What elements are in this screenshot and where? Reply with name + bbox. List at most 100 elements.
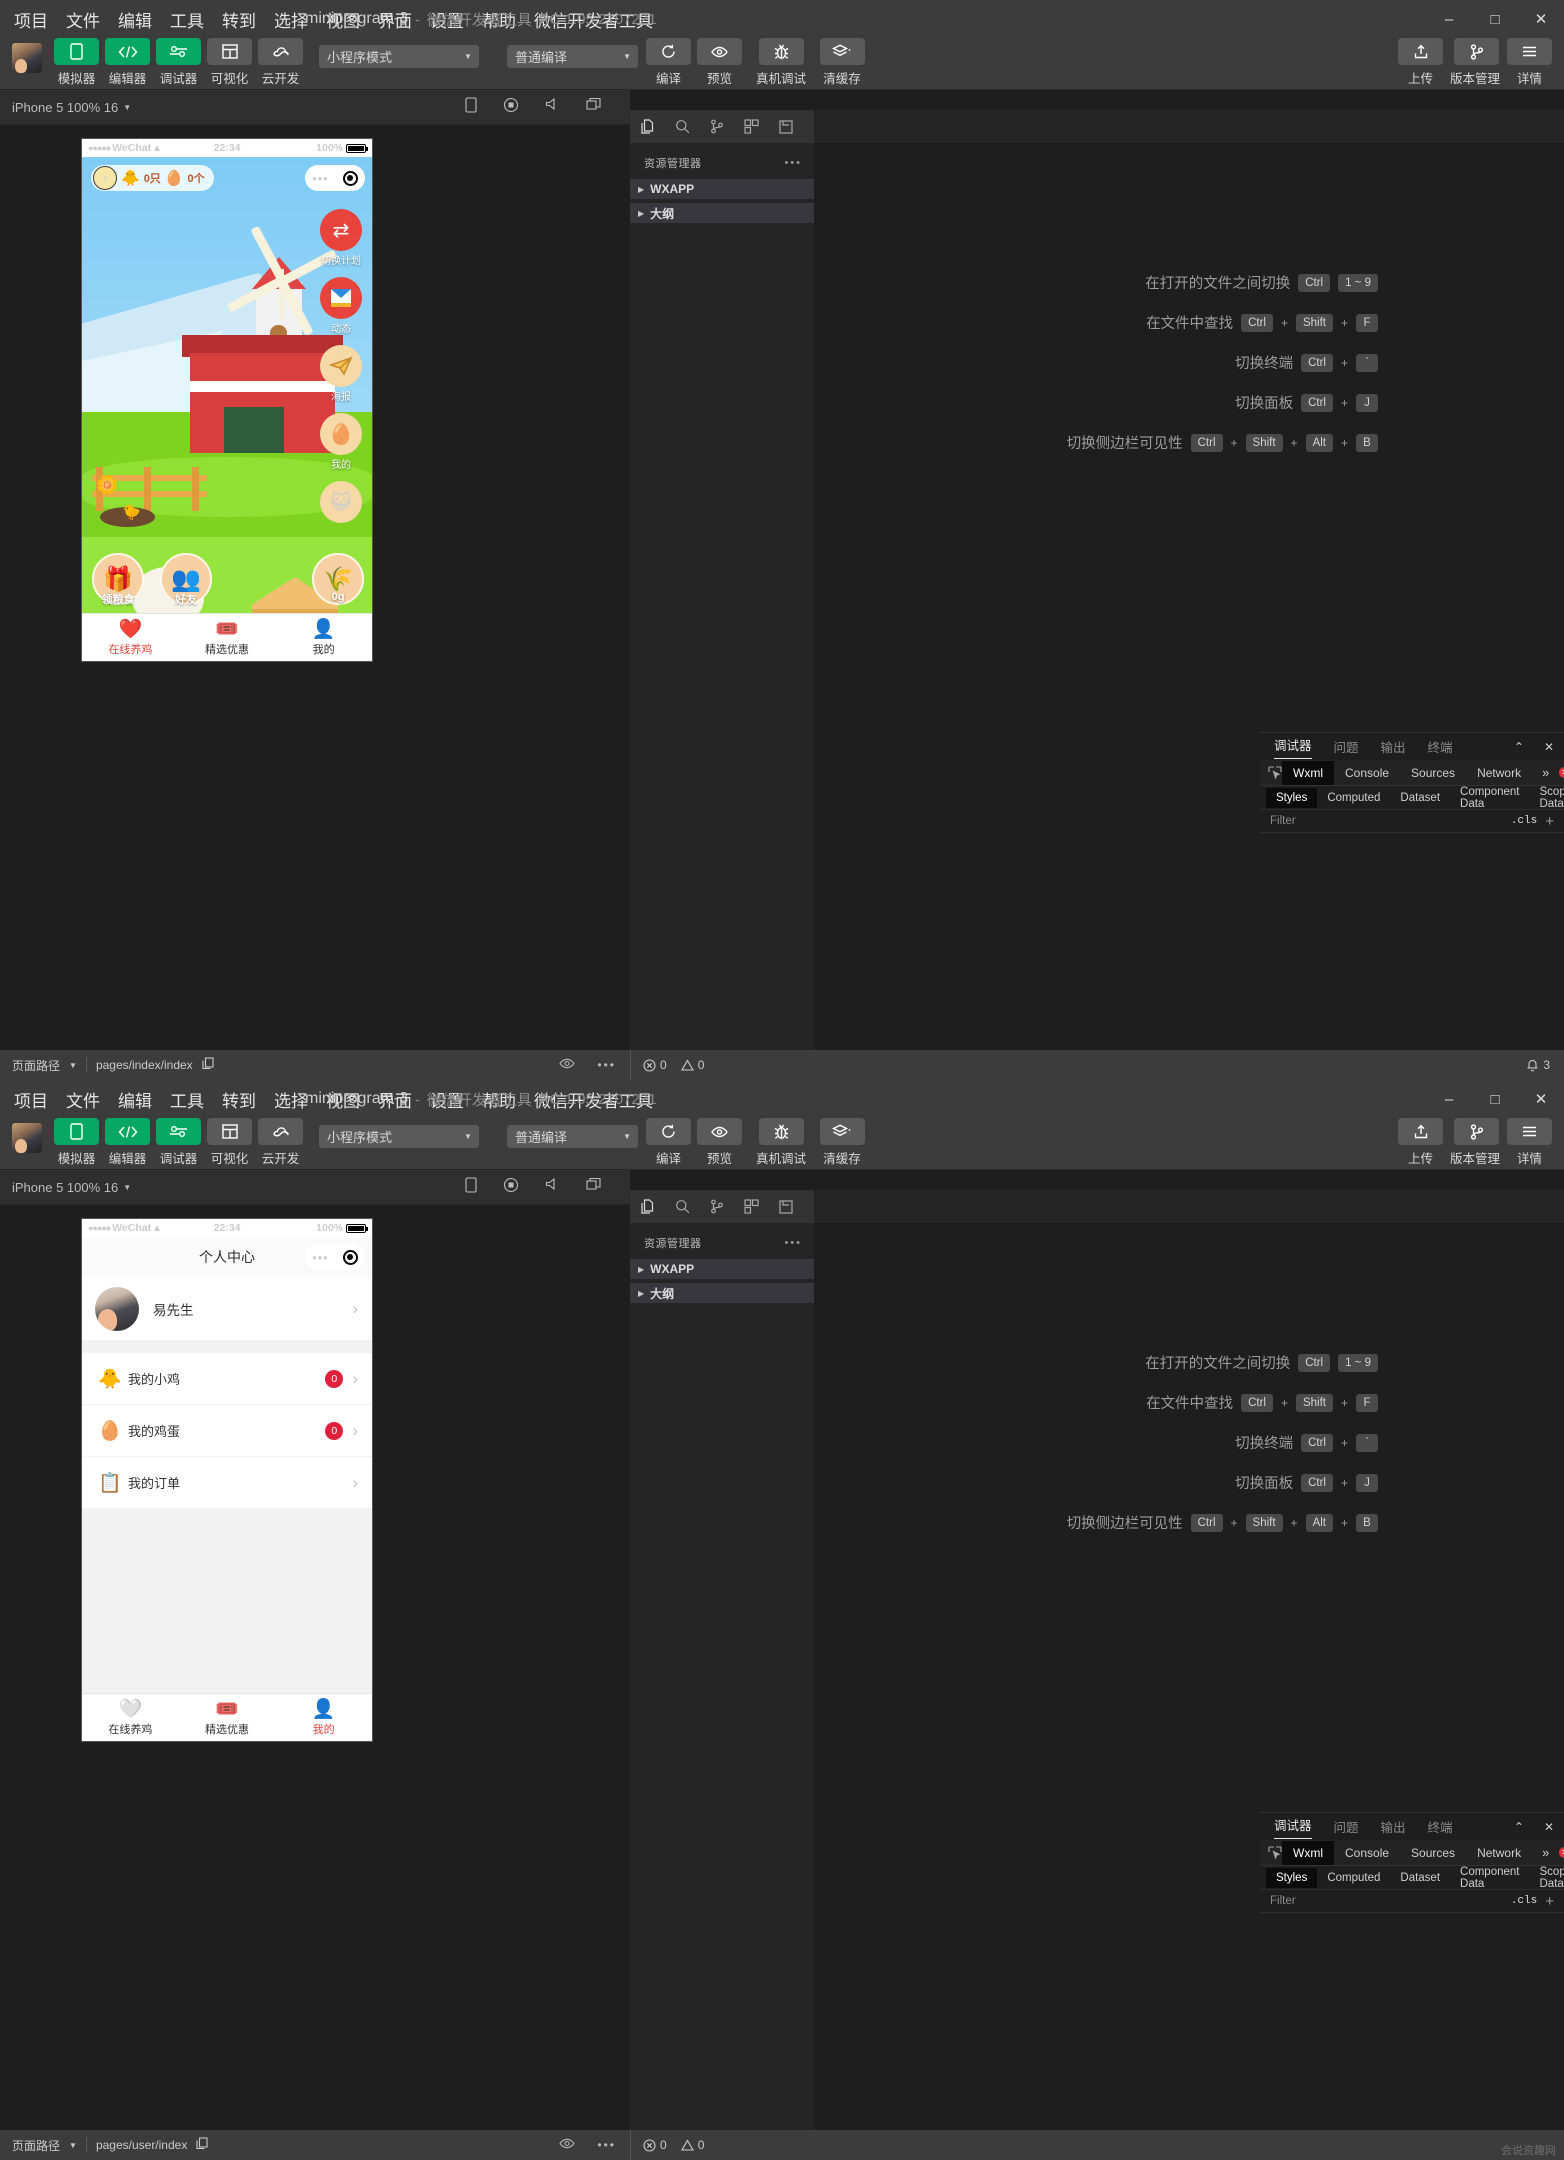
menu-item-tools[interactable]: 工具 (170, 7, 204, 32)
panel-tab-debugger[interactable]: 调试器 (1274, 1815, 1312, 1839)
bottom-button-friends[interactable]: 👥 好友 (158, 553, 214, 607)
toolbar-button-upload[interactable]: 上传 (1398, 1118, 1443, 1167)
copy-icon[interactable] (202, 1057, 214, 1073)
device-select[interactable]: iPhone 5 100% 16 (12, 1180, 118, 1195)
music-note-icon[interactable]: ♪ (93, 166, 117, 190)
top-stats-pill[interactable]: ♪ 🐥 0只 🥚 0个 (91, 165, 214, 191)
toolbar-button-preview[interactable]: 预览 (697, 38, 742, 87)
page-path-value[interactable]: pages/user/index (96, 2138, 187, 2152)
close-icon[interactable]: ✕ (1544, 1820, 1554, 1834)
add-style-rule-button[interactable]: + (1545, 1893, 1564, 1910)
target-icon[interactable] (342, 1249, 358, 1265)
styles-tab-styles[interactable]: Styles (1266, 1867, 1318, 1888)
maximize-icon[interactable]: □ (1472, 1080, 1518, 1118)
toolbar-button-debugger[interactable]: 调试器 (156, 38, 201, 87)
collapse-icon[interactable]: ⌃ (1514, 1820, 1524, 1834)
menu-item-file[interactable]: 文件 (66, 1087, 100, 1112)
phone-rotate-icon[interactable] (465, 96, 477, 118)
toolbar-button-editor[interactable]: 编辑器 (105, 38, 150, 87)
compile-select[interactable]: 普通编译 ▼ (507, 45, 638, 68)
styles-tab-component-data[interactable]: Component Data (1450, 782, 1529, 814)
device-select[interactable]: iPhone 5 100% 16 (12, 100, 118, 115)
window-icon[interactable] (586, 1177, 602, 1198)
toolbar-button-visual[interactable]: 可视化 (207, 1118, 252, 1167)
panel-tab-problems[interactable]: 问题 (1334, 737, 1359, 756)
inspect-element-icon[interactable] (1268, 765, 1282, 780)
side-button-poster[interactable]: 海报 (319, 345, 363, 403)
error-status[interactable]: 0 (643, 1058, 667, 1072)
warning-status[interactable]: 0 (680, 1058, 704, 1072)
save-icon[interactable] (779, 119, 793, 134)
tab-online-raise[interactable]: 🤍 在线养鸡 (82, 1694, 179, 1741)
avatar[interactable] (12, 1123, 42, 1153)
devtools-tab-wxml[interactable]: Wxml (1282, 760, 1334, 785)
copy-icon[interactable] (196, 2137, 208, 2153)
tab-mine[interactable]: 👤 我的 (275, 1694, 372, 1741)
menu-item-project[interactable]: 项目 (14, 7, 48, 32)
save-icon[interactable] (779, 1199, 793, 1214)
files-icon[interactable] (640, 1198, 655, 1215)
styles-tab-scope-data[interactable]: Scope Data (1530, 1862, 1564, 1894)
toolbar-button-details[interactable]: 详情 (1507, 1118, 1552, 1167)
explorer-more-icon[interactable]: ••• (784, 1237, 802, 1249)
page-path-value[interactable]: pages/index/index (96, 1058, 193, 1072)
eye-icon[interactable] (559, 1058, 576, 1072)
menu-item-select[interactable]: 选择 (274, 7, 308, 32)
bottom-button-feedbag[interactable]: 🌾 0g (310, 553, 366, 605)
panel-tab-terminal[interactable]: 终端 (1428, 737, 1453, 756)
page-path-label[interactable]: 页面路径 (12, 1057, 60, 1074)
styles-tab-computed[interactable]: Computed (1317, 788, 1390, 808)
toolbar-button-version[interactable]: 版本管理 (1449, 38, 1501, 87)
minimize-icon[interactable]: – (1426, 1080, 1472, 1118)
window-icon[interactable] (586, 97, 602, 118)
toolbar-button-visual[interactable]: 可视化 (207, 38, 252, 87)
tab-online-raise[interactable]: ❤️ 在线养鸡 (82, 614, 179, 661)
side-button-feed[interactable]: 动态 (319, 277, 363, 335)
menu-item-select[interactable]: 选择 (274, 1087, 308, 1112)
styles-tab-component-data[interactable]: Component Data (1450, 1862, 1529, 1894)
avatar[interactable] (12, 43, 42, 73)
tab-mine[interactable]: 👤 我的 (275, 614, 372, 661)
cls-button[interactable]: .cls (1511, 815, 1545, 827)
toolbar-button-version[interactable]: 版本管理 (1449, 1118, 1501, 1167)
panel-tab-terminal[interactable]: 终端 (1428, 1817, 1453, 1836)
toolbar-button-cloud[interactable]: 云开发 (258, 38, 303, 87)
devtools-more-tabs-icon[interactable]: » (1532, 1845, 1559, 1860)
explorer-row-outline[interactable]: ▶ 大纲 (630, 1283, 814, 1303)
toolbar-button-simulator[interactable]: 模拟器 (54, 38, 99, 87)
styles-tab-dataset[interactable]: Dataset (1390, 1868, 1450, 1888)
mode-select[interactable]: 小程序模式 ▼ (319, 45, 479, 68)
panel-tab-output[interactable]: 输出 (1381, 737, 1406, 756)
menu-item-edit[interactable]: 编辑 (118, 1087, 152, 1112)
eye-icon[interactable] (559, 2138, 576, 2152)
source-control-icon[interactable] (710, 1199, 724, 1214)
explorer-row-outline[interactable]: ▶ 大纲 (630, 203, 814, 223)
styles-tab-scope-data[interactable]: Scope Data (1530, 782, 1564, 814)
menu-row-my-orders[interactable]: 📋 我的订单 › (82, 1457, 372, 1509)
styles-tab-styles[interactable]: Styles (1266, 787, 1318, 808)
side-button-chat[interactable]: 😺 (319, 481, 363, 523)
panel-tab-debugger[interactable]: 调试器 (1274, 735, 1312, 759)
toolbar-button-compile[interactable]: 编译 (646, 1118, 691, 1167)
record-icon[interactable] (503, 1177, 519, 1198)
menu-row-my-chicken[interactable]: 🐥 我的小鸡 0 › (82, 1353, 372, 1405)
wechat-capsule[interactable]: ••• (305, 165, 365, 191)
collapse-icon[interactable]: ⌃ (1514, 740, 1524, 754)
close-icon[interactable]: ✕ (1518, 0, 1564, 38)
source-control-icon[interactable] (710, 119, 724, 134)
toolbar-button-upload[interactable]: 上传 (1398, 38, 1443, 87)
toolbar-button-clearcache[interactable]: 清缓存 (817, 1118, 867, 1167)
more-icon[interactable]: ••• (597, 1058, 616, 1072)
tab-deals[interactable]: 🎟️ 精选优惠 (179, 1694, 276, 1741)
more-icon[interactable]: ••• (312, 1250, 329, 1265)
bottom-button-food[interactable]: 🎁 领粮食 (90, 553, 146, 607)
volume-icon[interactable] (545, 1177, 560, 1198)
toolbar-button-compile[interactable]: 编译 (646, 38, 691, 87)
devtools-more-tabs-icon[interactable]: » (1532, 765, 1559, 780)
more-icon[interactable]: ••• (597, 2138, 616, 2152)
maximize-icon[interactable]: □ (1472, 0, 1518, 38)
filter-input[interactable]: Filter (1260, 815, 1511, 827)
side-button-switch-plan[interactable]: ⇄ 切换计划 (319, 209, 363, 267)
inspect-element-icon[interactable] (1268, 1845, 1282, 1860)
side-button-my-egg[interactable]: 🥚 我的 (319, 413, 363, 471)
